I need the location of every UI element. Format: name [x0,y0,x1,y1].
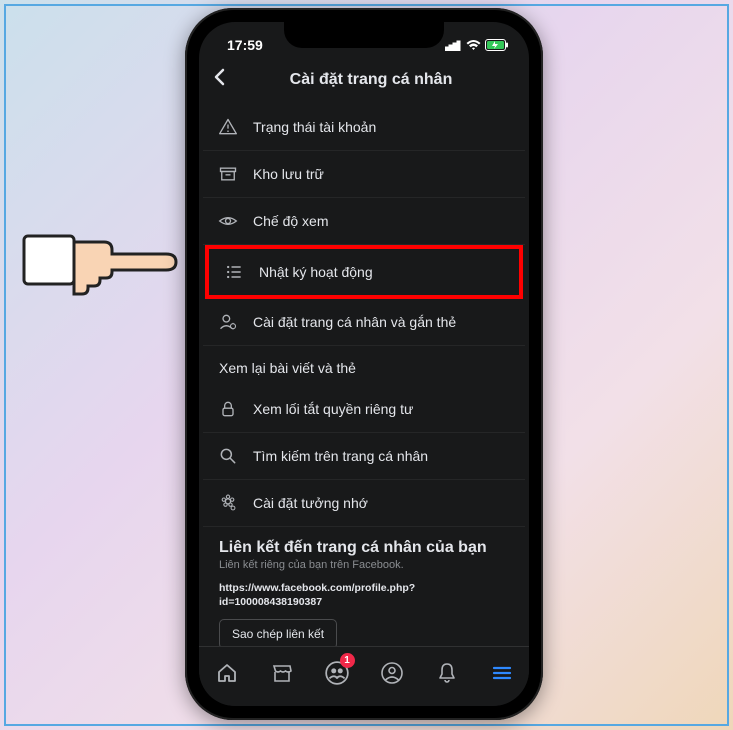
pointing-hand-illustration [22,218,202,308]
page-title: Cài đặt trang cá nhân [227,71,515,89]
bell-icon [435,661,459,685]
tab-groups[interactable]: 1 [315,655,359,691]
profile-icon [380,661,404,685]
page-header: Cài đặt trang cá nhân [199,60,529,104]
row-activity-log[interactable]: Nhật ký hoạt động [205,245,523,299]
section-header: Xem lại bài viết và thẻ [203,346,525,386]
phone-mockup: 17:59 Cài đặt trang cá nhân Trạng thái t… [185,8,543,720]
wifi-icon [466,40,481,51]
tab-marketplace[interactable] [260,655,304,691]
row-label: Cài đặt tưởng nhớ [253,495,368,511]
signal-icon [445,40,462,51]
row-view-mode[interactable]: Chế độ xem [203,198,525,245]
status-time: 17:59 [227,37,263,53]
chevron-left-icon [213,68,225,86]
status-indicators [445,39,509,51]
bottom-tab-bar: 1 [199,646,529,706]
row-privacy-shortcuts[interactable]: Xem lối tắt quyền riêng tư [203,386,525,433]
row-account-status[interactable]: Trạng thái tài khoản [203,104,525,151]
row-profile-tag-settings[interactable]: Cài đặt trang cá nhân và gắn thẻ [203,299,525,346]
profile-url: https://www.facebook.com/profile.php? id… [219,581,509,609]
row-memorial-settings[interactable]: Cài đặt tưởng nhớ [203,480,525,527]
settings-list: Trạng thái tài khoản Kho lưu trữ Chế độ … [199,104,529,661]
row-label: Xem lối tắt quyền riêng tư [253,401,413,417]
copy-link-button[interactable]: Sao chép liên kết [219,619,337,649]
profile-link-section: Liên kết đến trang cá nhân của bạn Liên … [203,527,525,661]
frame-corner [4,4,22,22]
frame-corner [711,4,729,22]
home-icon [215,661,239,685]
row-label: Tìm kiếm trên trang cá nhân [253,448,428,464]
tab-notifications[interactable] [425,655,469,691]
phone-notch [284,22,444,48]
tab-profile[interactable] [370,655,414,691]
battery-icon [485,39,509,51]
lock-icon [217,398,239,420]
marketplace-icon [270,661,294,685]
tab-menu[interactable] [480,655,524,691]
notification-badge: 1 [340,653,355,668]
eye-icon [217,210,239,232]
warning-triangle-icon [217,116,239,138]
row-label: Kho lưu trữ [253,166,324,182]
row-label: Nhật ký hoạt động [259,264,373,280]
row-label: Chế độ xem [253,213,328,229]
row-archive[interactable]: Kho lưu trữ [203,151,525,198]
frame-corner [711,708,729,726]
search-icon [217,445,239,467]
screen: 17:59 Cài đặt trang cá nhân Trạng thái t… [199,22,529,706]
row-label: Trạng thái tài khoản [253,119,376,135]
row-label: Cài đặt trang cá nhân và gắn thẻ [253,314,456,330]
frame-corner [4,708,22,726]
link-subtitle: Liên kết riêng của bạn trên Facebook. [219,559,509,571]
flower-gear-icon [217,492,239,514]
tab-home[interactable] [205,655,249,691]
list-icon [223,261,245,283]
profile-gear-icon [217,311,239,333]
link-title: Liên kết đến trang cá nhân của bạn [219,539,509,557]
row-search-profile[interactable]: Tìm kiếm trên trang cá nhân [203,433,525,480]
menu-icon [490,661,514,685]
archive-icon [217,163,239,185]
